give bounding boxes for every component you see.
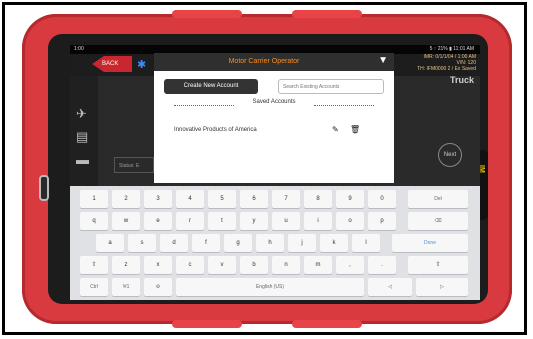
key-comma[interactable]: , — [336, 256, 364, 274]
key-e[interactable]: e — [144, 212, 172, 230]
app-sidebar: ✈ ▤ ▬ — [70, 76, 98, 186]
cursor-right-key[interactable]: ▷ — [416, 278, 468, 296]
key-l[interactable]: l — [352, 234, 380, 252]
dropdown-caret-icon[interactable]: ▼ — [378, 55, 388, 66]
dialog-title: Motor Carrier Operator — [228, 58, 300, 65]
cursor-left-key[interactable]: ◁ — [368, 278, 412, 296]
key-delete[interactable]: Del — [408, 190, 468, 208]
vehicle-info-line: TH: IFM0000 2 / Ex Saved — [417, 66, 476, 72]
clipboard-icon[interactable]: ▤ — [76, 129, 88, 145]
case-tab-top-left — [172, 10, 242, 18]
key-a[interactable]: a — [96, 234, 124, 252]
shift-key-left[interactable]: ⇧ — [80, 256, 108, 274]
ctrl-key[interactable]: Ctrl — [80, 278, 108, 296]
status-left: 1:00 — [74, 46, 84, 52]
account-dialog: Motor Carrier Operator ▼ Create New Acco… — [154, 53, 394, 183]
key-i[interactable]: i — [304, 212, 332, 230]
key-g[interactable]: g — [224, 234, 252, 252]
key-m[interactable]: m — [304, 256, 332, 274]
key-v[interactable]: v — [208, 256, 236, 274]
key-p[interactable]: p — [368, 212, 396, 230]
key-y[interactable]: y — [240, 212, 268, 230]
bluetooth-icon: ✱ — [137, 59, 147, 71]
key-5[interactable]: 5 — [208, 190, 236, 208]
key-d[interactable]: d — [160, 234, 188, 252]
key-3[interactable]: 3 — [144, 190, 172, 208]
done-key[interactable]: Done — [392, 234, 468, 252]
case-tab-top-right — [292, 10, 362, 18]
shift-key-right[interactable]: ⇧ — [408, 256, 468, 274]
key-w[interactable]: w — [112, 212, 140, 230]
key-f[interactable]: f — [192, 234, 220, 252]
key-7[interactable]: 7 — [272, 190, 300, 208]
account-name: Innovative Products of America — [174, 127, 257, 133]
key-r[interactable]: r — [176, 212, 204, 230]
status-right: 5 ↑ 21% ▮ 11:01 AM — [429, 46, 474, 52]
case-tab-bottom-right — [292, 320, 362, 328]
key-k[interactable]: k — [320, 234, 348, 252]
create-account-button[interactable]: Create New Account — [164, 79, 258, 94]
vehicle-info: IMR: 0/1/1/04 / 1:00 AM V/N: 120 TH: IFM… — [417, 54, 476, 72]
spacebar[interactable]: English (US) — [176, 278, 364, 296]
folder-icon[interactable]: ▬ — [76, 152, 89, 167]
next-button[interactable]: Next — [438, 143, 462, 167]
saved-accounts-label: Saved Accounts — [252, 99, 296, 105]
search-accounts-input[interactable] — [278, 79, 384, 94]
edit-icon[interactable]: ✎ — [332, 125, 339, 134]
settings-gear-icon[interactable]: ⚙ — [144, 278, 172, 296]
plane-icon[interactable]: ✈ — [76, 106, 87, 122]
key-1[interactable]: 1 — [80, 190, 108, 208]
tablet-screen: 1:00 5 ↑ 21% ▮ 11:01 AM BACK ✱ IMR: 0/1/… — [70, 45, 480, 300]
account-list-item[interactable]: Innovative Products of America ✎ 🗑 — [174, 125, 384, 137]
home-button[interactable] — [39, 175, 49, 201]
key-s[interactable]: s — [128, 234, 156, 252]
key-c[interactable]: c — [176, 256, 204, 274]
key-n[interactable]: n — [272, 256, 300, 274]
key-6[interactable]: 6 — [240, 190, 268, 208]
status-chip: Status: E — [114, 157, 154, 173]
divider-line — [174, 105, 234, 106]
divider-line — [314, 105, 374, 106]
case-tab-bottom-left — [172, 320, 242, 328]
key-q[interactable]: q — [80, 212, 108, 230]
key-0[interactable]: 0 — [368, 190, 396, 208]
key-j[interactable]: j — [288, 234, 316, 252]
saved-accounts-divider: Saved Accounts — [174, 99, 374, 109]
key-h[interactable]: h — [256, 234, 284, 252]
key-x[interactable]: x — [144, 256, 172, 274]
key-o[interactable]: o — [336, 212, 364, 230]
truck-label: Truck — [449, 75, 474, 85]
key-b[interactable]: b — [240, 256, 268, 274]
key-8[interactable]: 8 — [304, 190, 332, 208]
key-z[interactable]: z — [112, 256, 140, 274]
backspace-key[interactable]: ⌫ — [408, 212, 468, 230]
key-4[interactable]: 4 — [176, 190, 204, 208]
delete-icon[interactable]: 🗑 — [350, 125, 360, 134]
key-2[interactable]: 2 — [112, 190, 140, 208]
onscreen-keyboard: 1 2 3 4 5 6 7 8 9 0 Del q w e r t y u i … — [70, 186, 480, 300]
key-9[interactable]: 9 — [336, 190, 364, 208]
symbols-key[interactable]: !#1 — [112, 278, 140, 296]
key-u[interactable]: u — [272, 212, 300, 230]
dialog-header: Motor Carrier Operator ▼ — [154, 53, 394, 71]
key-period[interactable]: . — [368, 256, 396, 274]
back-button[interactable]: BACK — [92, 56, 132, 72]
key-t[interactable]: t — [208, 212, 236, 230]
